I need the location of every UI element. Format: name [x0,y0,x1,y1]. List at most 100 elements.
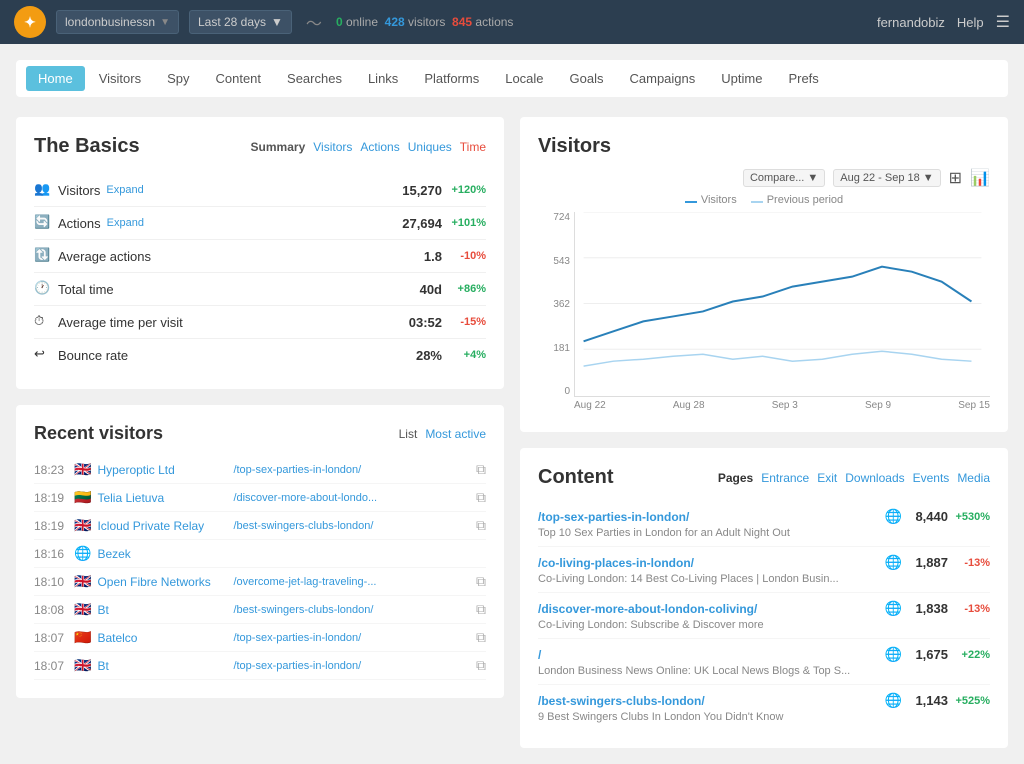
content-url[interactable]: /discover-more-about-london-coliving/ [538,602,879,616]
visitor-time: 18:07 [34,659,68,673]
content-url[interactable]: /best-swingers-clubs-london/ [538,694,879,708]
most-active-link[interactable]: Most active [425,427,486,441]
copy-icon[interactable]: ⧉ [476,489,486,506]
tab-locale[interactable]: Locale [493,66,555,91]
table-icon[interactable]: ⊞ [949,168,962,188]
visitor-url[interactable]: /best-swingers-clubs-london/ [233,520,470,532]
list-item: /discover-more-about-london-coliving/ 🌐 … [538,593,990,639]
copy-icon[interactable]: ⧉ [476,601,486,618]
visitor-url[interactable]: /overcome-jet-lag-traveling-... [233,576,470,588]
list-item: /best-swingers-clubs-london/ 🌐 1,143 +52… [538,685,990,730]
chart-controls: Compare... ▼ Aug 22 - Sep 18 ▼ ⊞ 📊 [538,168,990,188]
visitor-name[interactable]: Hyperoptic Ltd [97,463,227,477]
compare-button[interactable]: Compare... ▼ [743,169,825,187]
visitor-url[interactable]: /best-swingers-clubs-london/ [233,604,470,616]
actions-tab[interactable]: Actions [360,140,399,154]
flag-icon: 🇬🇧 [74,573,91,590]
site-selector[interactable]: londonbusinessn ▼ [56,10,179,34]
date-range-button[interactable]: Aug 22 - Sep 18 ▼ [833,169,940,187]
tab-goals[interactable]: Goals [558,66,616,91]
main-container: Home Visitors Spy Content Searches Links… [0,44,1024,764]
visitor-url[interactable]: /top-sex-parties-in-london/ [233,660,470,672]
visitors-tab[interactable]: Visitors [313,140,352,154]
basics-avg-time-row: ⏱ Average time per visit 03:52 -15% [34,306,486,339]
avg-actions-label: Average actions [58,249,151,264]
avg-actions-change: -10% [450,250,486,262]
copy-icon[interactable]: ⧉ [476,629,486,646]
content-tab-exit[interactable]: Exit [817,471,837,485]
hamburger-icon[interactable]: ☰ [996,12,1010,32]
visitor-name[interactable]: Icloud Private Relay [97,519,227,533]
visitor-name[interactable]: Bt [97,659,227,673]
actions-expand[interactable]: Expand [107,217,144,229]
bar-chart-icon[interactable]: 📊 [970,168,990,188]
tab-campaigns[interactable]: Campaigns [618,66,708,91]
visitor-name[interactable]: Telia Lietuva [97,491,227,505]
content-url[interactable]: /co-living-places-in-london/ [538,556,879,570]
visitor-name[interactable]: Bezek [97,547,227,561]
tab-searches[interactable]: Searches [275,66,354,91]
chart-title: Visitors [538,135,611,158]
visitors-expand[interactable]: Expand [106,184,143,196]
tab-links[interactable]: Links [356,66,410,91]
visitor-name[interactable]: Open Fibre Networks [97,575,227,589]
visitor-rows: 18:23 🇬🇧 Hyperoptic Ltd /top-sex-parties… [34,456,486,680]
content-tab-entrance[interactable]: Entrance [761,471,809,485]
basics-tabs: Summary Visitors Actions Uniques Time [251,140,486,154]
y-label: 0 [538,386,570,397]
content-desc: Top 10 Sex Parties in London for an Adul… [538,527,990,539]
chart-icon[interactable]: 〜 [306,10,322,34]
copy-icon[interactable]: ⧉ [476,573,486,590]
visitor-time: 18:07 [34,631,68,645]
visitor-url[interactable]: /discover-more-about-londo... [233,492,470,504]
copy-icon[interactable]: ⧉ [476,461,486,478]
content-tab-events[interactable]: Events [913,471,950,485]
visitor-name[interactable]: Batelco [97,631,227,645]
basics-card: The Basics Summary Visitors Actions Uniq… [16,117,504,389]
bounce-change: +4% [450,349,486,361]
visitor-url[interactable]: /top-sex-parties-in-london/ [233,464,470,476]
date-range-label: Last 28 days [198,15,266,29]
visitor-url[interactable]: /top-sex-parties-in-london/ [233,632,470,644]
visitors-chart-svg [574,212,990,397]
tab-content[interactable]: Content [203,66,273,91]
tab-platforms[interactable]: Platforms [412,66,491,91]
content-tab-downloads[interactable]: Downloads [845,471,904,485]
content-url[interactable]: / [538,648,879,662]
logo[interactable]: ✦ [14,6,46,38]
basics-header: The Basics Summary Visitors Actions Uniq… [34,135,486,158]
tab-spy[interactable]: Spy [155,66,201,91]
x-label: Aug 22 [574,400,606,411]
recent-header: Recent visitors List Most active [34,423,486,444]
list-item: 18:07 🇬🇧 Bt /top-sex-parties-in-london/ … [34,652,486,680]
copy-icon[interactable]: ⧉ [476,517,486,534]
tab-visitors[interactable]: Visitors [87,66,153,91]
visitor-time: 18:16 [34,547,68,561]
y-label: 724 [538,212,570,223]
content-tab-media[interactable]: Media [957,471,990,485]
content-tabs: Pages Entrance Exit Downloads Events Med… [718,471,990,485]
avg-time-value: 03:52 [409,315,442,330]
content-count: 1,675 [908,647,948,662]
copy-icon[interactable]: ⧉ [476,657,486,674]
total-time-label: Total time [58,282,114,297]
list-item: / 🌐 1,675 +22% London Business News Onli… [538,639,990,685]
header-stats: 0 online 428 visitors 845 actions [336,15,513,29]
content-tab-pages[interactable]: Pages [718,471,753,485]
basics-actions-row: 🔄 Actions Expand 27,694 +101% [34,207,486,240]
visitor-name[interactable]: Bt [97,603,227,617]
uniques-tab[interactable]: Uniques [408,140,452,154]
flag-icon: 🇬🇧 [74,601,91,618]
username-link[interactable]: fernandobiz [877,15,945,30]
list-item: 18:19 🇬🇧 Icloud Private Relay /best-swin… [34,512,486,540]
tab-prefs[interactable]: Prefs [776,66,830,91]
tab-uptime[interactable]: Uptime [709,66,774,91]
time-tab[interactable]: Time [460,140,486,154]
basics-title: The Basics [34,135,140,158]
x-label: Sep 9 [865,400,891,411]
content-url[interactable]: /top-sex-parties-in-london/ [538,510,879,524]
tab-home[interactable]: Home [26,66,85,91]
help-link[interactable]: Help [957,15,984,30]
content-change: +22% [954,649,990,661]
date-range-selector[interactable]: Last 28 days ▼ [189,10,292,34]
